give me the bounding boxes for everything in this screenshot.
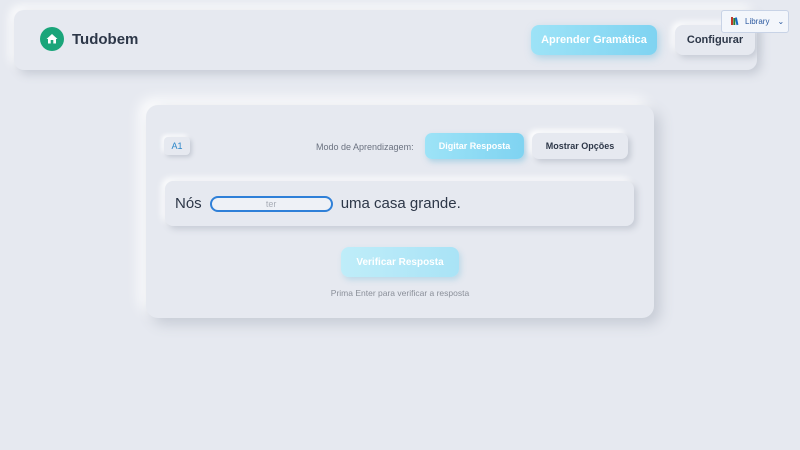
house-icon [40,27,64,51]
verify-answer-button[interactable]: Verificar Resposta [341,247,459,277]
sentence-before: Nós [175,195,202,212]
learning-mode-label: Modo de Aprendizagem: [316,142,414,152]
sentence-after: uma casa grande. [340,195,461,212]
enter-hint: Prima Enter para verificar a resposta [330,288,470,298]
level-badge: A1 [164,137,190,155]
app-logo[interactable]: Tudobem [40,27,138,51]
chevron-down-icon: ⌄ [777,17,785,26]
app-header: Tudobem Aprender Gramática Configurar [14,10,757,70]
exercise-card: A1 Modo de Aprendizagem: Digitar Respost… [146,105,654,318]
brand-name: Tudobem [72,30,139,48]
type-answer-mode-button[interactable]: Digitar Resposta [425,133,524,159]
answer-input[interactable] [209,195,333,212]
learn-grammar-button[interactable]: Aprender Gramática [531,25,657,55]
books-icon [730,16,740,28]
sentence-container: Nós uma casa grande. [165,181,634,226]
library-dropdown[interactable]: Library ⌄ [721,10,789,33]
show-options-mode-button[interactable]: Mostrar Opções [532,133,628,159]
library-label: Library [745,17,770,26]
